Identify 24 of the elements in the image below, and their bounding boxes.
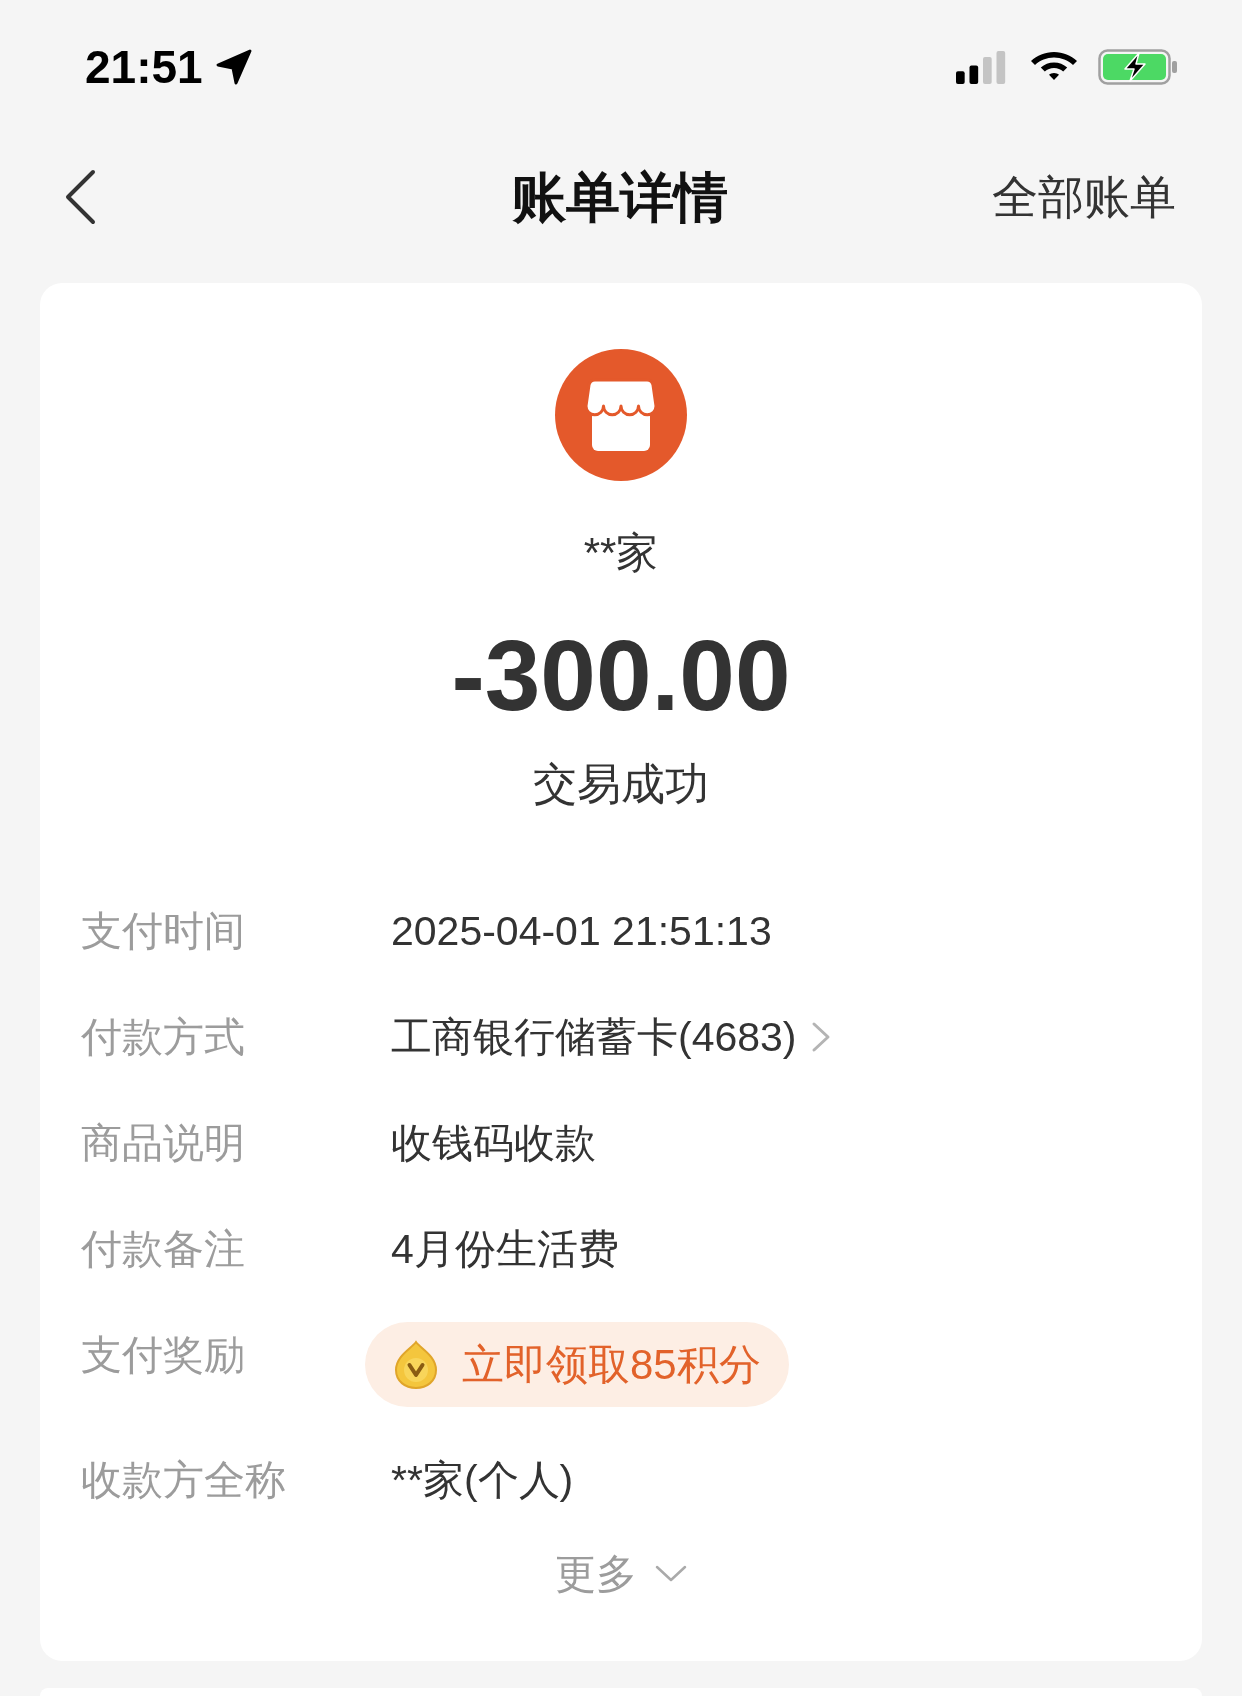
detail-label: 商品说明 xyxy=(81,1119,246,1168)
store-icon xyxy=(555,349,687,481)
detail-value: 收钱码收款 xyxy=(391,1119,596,1168)
page-title: 账单详情 xyxy=(511,166,728,229)
chevron-right-icon xyxy=(810,1021,831,1053)
chevron-down-icon xyxy=(655,1565,687,1583)
status-time: 21:51 xyxy=(85,40,203,94)
detail-value: 2025-04-01 21:51:13 xyxy=(391,907,772,956)
detail-value: 4月份生活费 xyxy=(391,1225,619,1274)
location-arrow-icon xyxy=(214,48,253,86)
detail-label: 支付时间 xyxy=(81,907,246,956)
detail-label: 付款备注 xyxy=(81,1225,246,1274)
all-bills-link[interactable]: 全部账单 xyxy=(992,169,1176,225)
amount-text: -300.00 xyxy=(451,620,791,730)
v-emblem-icon xyxy=(394,1339,438,1390)
detail-label: 收款方全称 xyxy=(81,1456,287,1505)
back-icon[interactable] xyxy=(63,169,97,225)
payment-method-link[interactable]: 工商银行储蓄卡(4683) xyxy=(391,1012,831,1062)
merchant-name: **家 xyxy=(583,528,659,578)
detail-value: **家(个人) xyxy=(391,1456,574,1505)
detail-label: 支付奖励 xyxy=(81,1331,246,1380)
status-text: 交易成功 xyxy=(533,758,709,810)
detail-label: 付款方式 xyxy=(81,1013,246,1062)
battery-charging-icon xyxy=(1098,49,1178,85)
